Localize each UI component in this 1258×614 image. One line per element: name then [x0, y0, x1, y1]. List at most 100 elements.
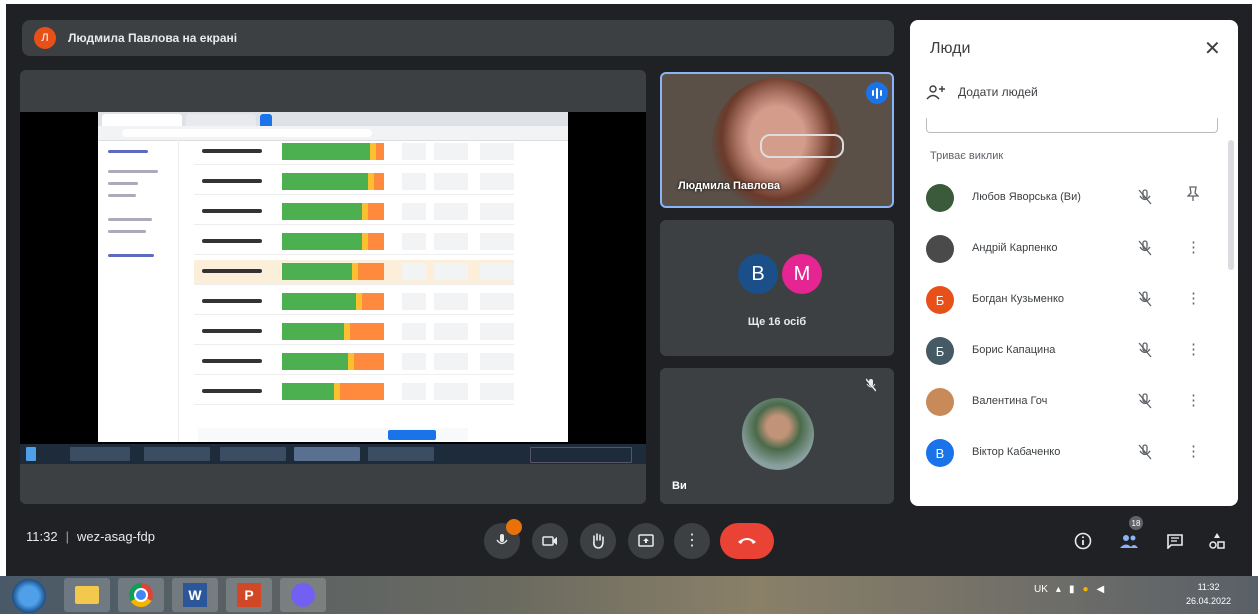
- speaker-name-label: Людмила Павлова: [678, 180, 780, 192]
- presenter-banner: Л Людмила Павлова на екрані: [22, 20, 894, 56]
- participant-row[interactable]: Любов Яворська (Ви): [910, 174, 1220, 224]
- participant-avatar: [926, 388, 954, 416]
- participant-name: Борис Капацина: [972, 344, 1056, 356]
- shared-screen[interactable]: [20, 70, 646, 504]
- presenter-label: Людмила Павлова на екрані: [68, 31, 238, 45]
- chat-icon: [1167, 534, 1183, 549]
- shared-browser-footer: [198, 428, 468, 442]
- camera-icon: [542, 536, 557, 546]
- mic-off-icon[interactable]: [1134, 237, 1156, 259]
- mic-off-icon[interactable]: [1134, 339, 1156, 361]
- participant-row[interactable]: Андрій Карпенко ⋮: [910, 225, 1220, 275]
- chat-button[interactable]: [1162, 528, 1188, 554]
- phone-hangup-icon: [738, 538, 756, 544]
- participant-name: Богдан Кузьменко: [972, 293, 1065, 305]
- shared-grade-row: [194, 380, 514, 405]
- participant-row[interactable]: Б Борис Капацина ⋮: [910, 327, 1220, 377]
- mic-muted-icon: [865, 378, 877, 395]
- raise-hand-button[interactable]: [580, 523, 616, 559]
- present-screen-icon: [638, 534, 654, 547]
- shared-grade-row: [194, 260, 514, 285]
- clock-date: 26.04.2022: [1186, 596, 1232, 606]
- microphone-icon: [496, 534, 508, 545]
- participant-row[interactable]: Б Богдан Кузьменко ⋮: [910, 276, 1220, 326]
- taskbar-clock[interactable]: 11:32 26.04.2022: [1186, 580, 1231, 608]
- self-label: Ви: [672, 480, 687, 492]
- mic-off-icon[interactable]: [1134, 288, 1156, 310]
- participant-name: Валентина Гоч: [972, 395, 1048, 407]
- chrome-icon[interactable]: [118, 578, 164, 612]
- powerpoint-icon[interactable]: P: [226, 578, 272, 612]
- participant-list: Любов Яворська (Ви) Андрій Карпенко ⋮ Б Богд…: [910, 174, 1230, 506]
- meet-window: Л Людмила Павлова на екрані Людмила Павл…: [6, 4, 1252, 576]
- language-indicator[interactable]: UK: [1034, 584, 1048, 595]
- shared-taskbar: [20, 444, 646, 464]
- system-tray: UK ▴ ▮ ● ◀: [1034, 584, 1104, 595]
- meeting-info: 11:32 | wez-asag-fdp: [26, 529, 156, 544]
- people-count-badge: 18: [1129, 516, 1143, 530]
- viber-icon[interactable]: [280, 578, 326, 612]
- mic-button[interactable]: [484, 519, 522, 559]
- shared-grade-row: [194, 200, 514, 225]
- volume-icon[interactable]: ◀: [1097, 584, 1105, 595]
- shared-grade-row: [194, 140, 514, 165]
- participant-avatar: M: [782, 254, 822, 294]
- speaker-glasses: [760, 134, 844, 158]
- self-avatar: [742, 398, 814, 470]
- more-vert-icon[interactable]: ⋮: [1186, 390, 1201, 412]
- presenter-avatar: Л: [34, 27, 56, 49]
- speaking-indicator-icon: [866, 82, 888, 104]
- more-options-button[interactable]: ⋮: [674, 523, 710, 559]
- mic-off-icon[interactable]: [1134, 390, 1156, 412]
- people-panel: Люди ✕ Додати людей Триває виклик Любов …: [910, 20, 1238, 506]
- sync-icon[interactable]: ●: [1082, 584, 1088, 595]
- network-icon[interactable]: ▮: [1069, 584, 1075, 595]
- present-button[interactable]: [628, 523, 664, 559]
- participant-avatar: B: [738, 254, 778, 294]
- people-button[interactable]: [1116, 528, 1142, 554]
- shared-browser-tabs: [98, 112, 568, 126]
- windows-start-button[interactable]: [12, 579, 46, 613]
- meeting-code: wez-asag-fdp: [76, 529, 156, 544]
- speaker-tile[interactable]: Людмила Павлова: [660, 72, 894, 208]
- participant-avatar: В: [926, 439, 954, 467]
- people-scrollbar[interactable]: [1228, 140, 1234, 270]
- more-participants-tile[interactable]: B M Ще 16 осіб: [660, 220, 894, 356]
- shared-gradebook: [98, 140, 568, 430]
- search-people-input[interactable]: [926, 118, 1218, 133]
- more-vert-icon[interactable]: ⋮: [1186, 339, 1201, 361]
- participant-name: Любов Яворська (Ви): [972, 191, 1081, 203]
- mic-off-icon[interactable]: [1134, 441, 1156, 463]
- shared-browser-address-bar: [98, 126, 568, 141]
- camera-button[interactable]: [532, 523, 568, 559]
- more-vert-icon[interactable]: ⋮: [1186, 441, 1201, 463]
- mic-off-icon[interactable]: [1134, 186, 1156, 208]
- tray-up-icon[interactable]: ▴: [1056, 584, 1061, 595]
- info-icon: [1074, 532, 1092, 550]
- shared-grade-row: [194, 320, 514, 345]
- activities-button[interactable]: [1204, 528, 1230, 554]
- shared-screen-content: [20, 112, 646, 464]
- windows-taskbar: W P UK ▴ ▮ ● ◀ 11:32 26.04.2022: [0, 576, 1258, 614]
- shared-grade-row: [194, 230, 514, 255]
- meeting-time: 11:32: [26, 529, 58, 544]
- shared-grade-row: [194, 350, 514, 375]
- add-person-icon: [926, 85, 945, 100]
- participant-avatar: Б: [926, 286, 954, 314]
- participant-avatar: [926, 235, 954, 263]
- more-participants-label: Ще 16 осіб: [747, 316, 807, 328]
- participant-name: Андрій Карпенко: [972, 242, 1058, 254]
- more-vert-icon[interactable]: ⋮: [1186, 237, 1201, 259]
- meeting-details-button[interactable]: [1070, 528, 1096, 554]
- word-icon[interactable]: W: [172, 578, 218, 612]
- shared-browser-window: [98, 112, 568, 442]
- self-tile[interactable]: Ви: [660, 368, 894, 504]
- more-vert-icon[interactable]: ⋮: [1186, 288, 1201, 310]
- participant-row[interactable]: Валентина Гоч ⋮: [910, 378, 1220, 428]
- add-people-button[interactable]: Додати людей: [926, 84, 1038, 100]
- explorer-icon[interactable]: [64, 578, 110, 612]
- close-icon[interactable]: ✕: [1204, 36, 1221, 61]
- pin-icon[interactable]: [1186, 186, 1200, 208]
- participant-row[interactable]: В Віктор Кабаченко ⋮: [910, 429, 1220, 479]
- end-call-button[interactable]: [720, 523, 774, 559]
